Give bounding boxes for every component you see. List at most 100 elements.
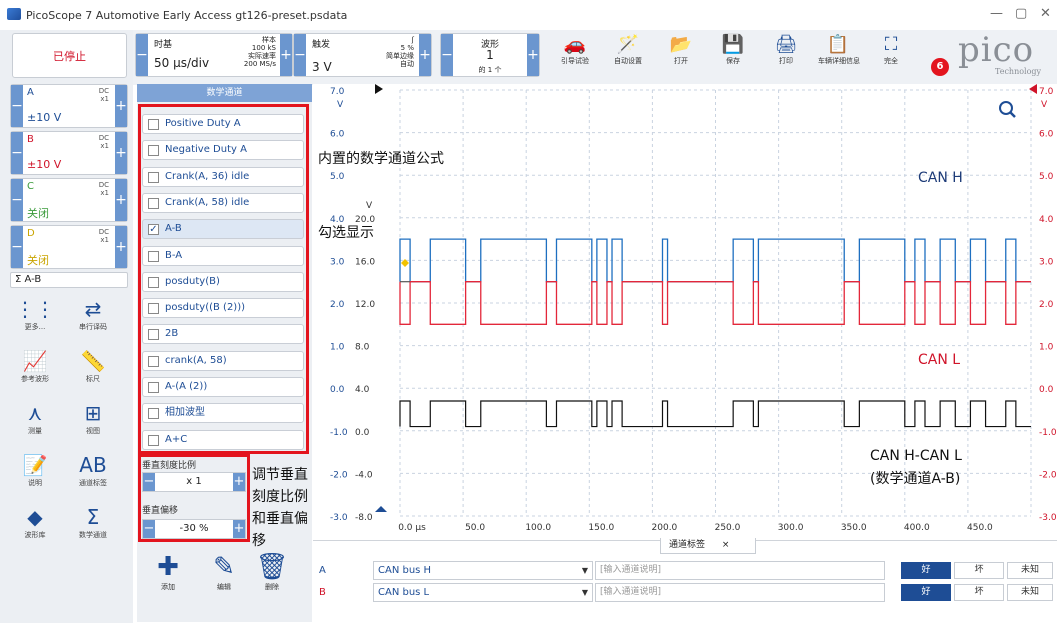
trigger-control[interactable]: − 触发 3 V ʃ 5 % 简单边缘 自动 +: [293, 33, 432, 77]
folder-button[interactable]: 📂 打开: [661, 34, 701, 66]
channel-minus-button[interactable]: −: [11, 132, 23, 174]
channel-coupling: DC x1: [99, 87, 109, 103]
waveform-library-tool[interactable]: ◆ 波形库: [8, 504, 62, 540]
waveform-control[interactable]: − 波形 1 的 1 个 +: [440, 33, 540, 77]
probe-multiplier: x1: [100, 95, 109, 103]
channel-plus-button[interactable]: +: [115, 132, 127, 174]
rate-label: 实际速率: [248, 52, 276, 60]
probe-multiplier: x1: [100, 236, 109, 244]
channel-description-input[interactable]: [输入通道说明]: [595, 561, 885, 580]
more-tool[interactable]: ⋮⋮ 更多...: [8, 296, 62, 332]
math-channel-tool[interactable]: Σ 数学通道: [66, 504, 120, 540]
left-tick: -3.0: [330, 513, 348, 523]
channel-range: ±10 V: [27, 158, 62, 171]
channel-d-control[interactable]: − D DC x1 关闭 +: [10, 225, 128, 269]
toolbar-label: 车辆详细信息: [818, 57, 860, 65]
car-button[interactable]: 🚗 引导试验: [555, 34, 595, 66]
notes-tool[interactable]: 📝 说明: [8, 452, 62, 488]
tool-label: 视图: [86, 427, 100, 435]
measure-tool[interactable]: ⋏ 测量: [8, 400, 62, 436]
scale-highlight: [138, 454, 250, 542]
x-tick: 0.0 µs: [398, 523, 426, 533]
left-tick: -1.0: [330, 428, 348, 438]
channel-name-select[interactable]: CAN bus H ▼: [373, 561, 593, 580]
waveform-of: 的 1 个: [478, 66, 502, 74]
ruler-tool[interactable]: 📏 标尺: [66, 348, 120, 384]
view-tool[interactable]: ⊞ 视图: [66, 400, 120, 436]
fullscreen-button[interactable]: ⛶ 完全: [871, 34, 911, 66]
channel-label-row: A CAN bus H ▼ [输入通道说明] 好坏未知: [313, 561, 1057, 581]
serial-decode-tool[interactable]: ⇄ 串行译码: [66, 296, 120, 332]
right-tick: 5.0: [1039, 172, 1054, 182]
channel-minus-button[interactable]: −: [11, 226, 23, 268]
app-logo-icon: [7, 8, 21, 20]
print-button[interactable]: 🖨 打印: [766, 34, 806, 66]
bad-button[interactable]: 坏: [954, 562, 1004, 579]
channel-a-control[interactable]: − A DC x1 ±10 V +: [10, 84, 128, 128]
close-button[interactable]: ✕: [1040, 6, 1051, 21]
math-channel-chip[interactable]: Σ A-B: [10, 272, 128, 288]
channel-labels-tool[interactable]: AB 通道标签: [66, 452, 120, 488]
right-marker-icon: [1029, 84, 1037, 94]
toolbar-label: 自动设置: [614, 57, 642, 65]
channel-name: A: [27, 87, 34, 98]
row-channel: B: [319, 587, 326, 598]
channel-labels-icon: AB: [79, 453, 107, 477]
waveform-prev-button[interactable]: −: [441, 34, 453, 76]
delete-button[interactable]: 🗑 删除: [252, 552, 292, 592]
unknown-button[interactable]: 未知: [1007, 584, 1053, 601]
edit-button[interactable]: ✎ 编辑: [204, 552, 244, 592]
good-button[interactable]: 好: [901, 584, 951, 601]
channel-description-input[interactable]: [输入通道说明]: [595, 583, 885, 602]
channel-name-select[interactable]: CAN bus L ▼: [373, 583, 593, 602]
stop-button[interactable]: 已停止: [12, 33, 127, 78]
unknown-button[interactable]: 未知: [1007, 562, 1053, 579]
channel-plus-button[interactable]: +: [115, 85, 127, 127]
timebase-plus-button[interactable]: +: [280, 34, 292, 76]
maximize-button[interactable]: ▢: [1015, 6, 1027, 21]
timebase-minus-button[interactable]: −: [136, 34, 148, 76]
channel-range: 关闭: [27, 254, 49, 267]
channel-plus-button[interactable]: +: [115, 226, 127, 268]
x-tick: 250.0: [715, 523, 741, 533]
save-button[interactable]: 💾 保存: [713, 34, 753, 66]
view-icon: ⊞: [84, 401, 102, 425]
x-tick: 200.0: [652, 523, 678, 533]
tab-channel-labels[interactable]: 通道标签 ×: [660, 538, 756, 554]
math-channel-icon: Σ: [86, 505, 100, 529]
channel-minus-button[interactable]: −: [11, 85, 23, 127]
math-tick: -8.0: [355, 513, 373, 523]
wand-button[interactable]: 🪄 自动设置: [608, 34, 648, 66]
channel-b-control[interactable]: − B DC x1 ±10 V +: [10, 131, 128, 175]
channel-minus-button[interactable]: −: [11, 179, 23, 221]
tool-label: 测量: [28, 427, 42, 435]
channel-c-control[interactable]: − C DC x1 关闭 +: [10, 178, 128, 222]
trigger-plus-button[interactable]: +: [419, 34, 431, 76]
report-button[interactable]: 📋 车辆详细信息: [818, 34, 860, 66]
annotation-diff-1: CAN H-CAN L: [870, 448, 962, 464]
right-tick: -3.0: [1039, 513, 1057, 523]
math-tick: 16.0: [355, 257, 375, 267]
trigger-label: 触发: [312, 40, 331, 50]
report-icon: 📋: [826, 34, 850, 55]
add-button[interactable]: ✚ 添加: [148, 552, 188, 592]
tool-label: 串行译码: [79, 323, 107, 331]
save-icon: 💾: [721, 34, 745, 55]
left-unit: V: [337, 100, 344, 110]
right-tick: 4.0: [1039, 215, 1054, 225]
left-tick: 3.0: [330, 257, 345, 267]
left-tick: -2.0: [330, 470, 348, 480]
good-button[interactable]: 好: [901, 562, 951, 579]
toolbar-label: 完全: [884, 57, 898, 65]
timebase-control[interactable]: − 时基 50 µs/div 样本 100 kS 实际速率 200 MS/s +: [135, 33, 293, 77]
waveform-next-button[interactable]: +: [527, 34, 539, 76]
left-tick: 1.0: [330, 343, 345, 353]
notification-badge[interactable]: 6: [931, 58, 949, 76]
minimize-button[interactable]: —: [990, 6, 1003, 21]
trigger-minus-button[interactable]: −: [294, 34, 306, 76]
tool-label: 参考波形: [21, 375, 49, 383]
bad-button[interactable]: 坏: [954, 584, 1004, 601]
channel-plus-button[interactable]: +: [115, 179, 127, 221]
reference-waveform-tool[interactable]: 📈 参考波形: [8, 348, 62, 384]
tab-close-icon[interactable]: ×: [722, 540, 730, 550]
